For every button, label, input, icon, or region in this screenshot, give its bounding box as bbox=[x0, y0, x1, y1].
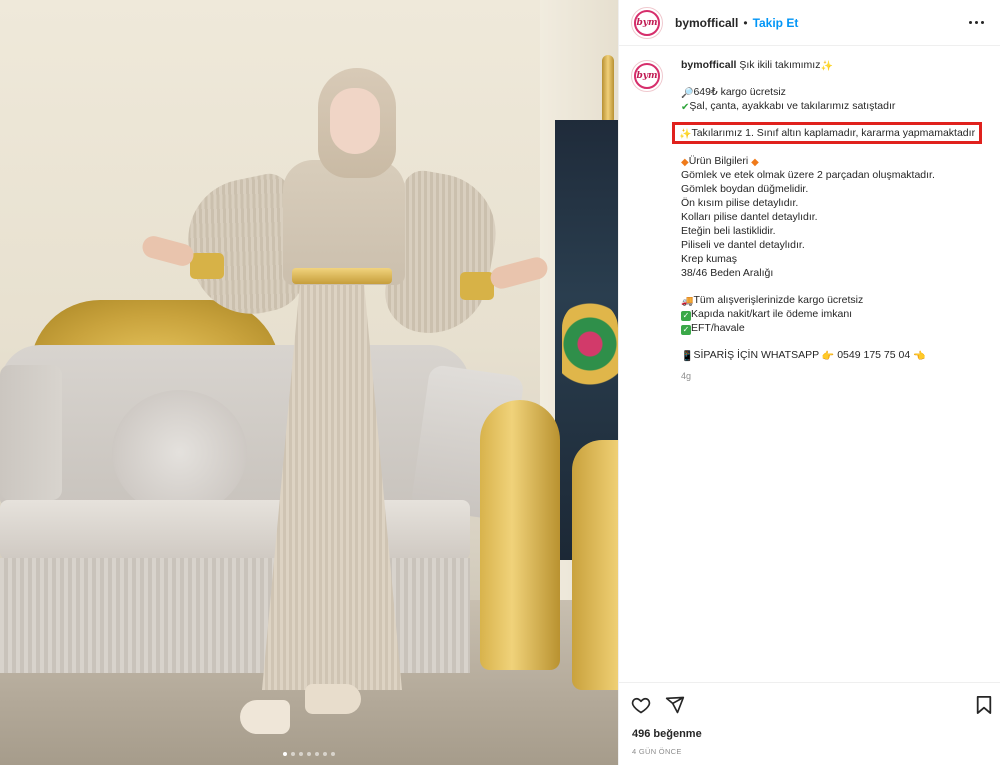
caption-line: Eteğin beli lastiklidir. bbox=[681, 225, 776, 237]
shoe-left bbox=[240, 700, 290, 734]
more-icon[interactable] bbox=[965, 17, 988, 28]
caption-price: 649₺ kargo ücretsiz bbox=[693, 86, 786, 98]
post-header: bym bymofficall • Takip Et bbox=[619, 0, 1000, 46]
pointing-hand-icon: 👉 bbox=[821, 351, 835, 362]
caption: bym bymofficall Şık ikili takımımız✨ 🔎64… bbox=[631, 58, 989, 383]
sparkles-icon: ✨ bbox=[679, 129, 692, 140]
carousel-dots bbox=[283, 752, 335, 756]
caption-includes: Şal, çanta, ayakkabı ve takılarımız satı… bbox=[689, 100, 896, 112]
sofa-gold-arm bbox=[480, 400, 560, 670]
sofa-seat bbox=[0, 500, 470, 560]
separator-dot: • bbox=[743, 15, 748, 30]
header-username[interactable]: bymofficall bbox=[675, 16, 738, 30]
sofa-pillow-left bbox=[0, 365, 62, 500]
avatar-logo: bym bbox=[634, 63, 660, 89]
caption-line: Ön kısım pilise detaylıdır. bbox=[681, 197, 799, 209]
sparkles-icon: ✨ bbox=[820, 61, 833, 72]
phone-icon: 📱 bbox=[681, 351, 694, 362]
flag-pole bbox=[602, 55, 614, 125]
caption-line: ✓ EFT/havale bbox=[681, 321, 986, 335]
caption-line: ◆Ürün Bilgileri ◆ bbox=[681, 154, 986, 168]
magnifier-emoji-icon: 🔎 bbox=[681, 88, 694, 99]
caption-line: ✨Takılarımız 1. Sınıf altın kaplamadır, … bbox=[672, 122, 986, 144]
likes-count[interactable]: 496 beğenme bbox=[632, 728, 702, 740]
caption-payment-1: Kapıda nakit/kart ile ödeme imkanı bbox=[691, 308, 853, 320]
caption-title: Şık ikili takımımız bbox=[739, 59, 821, 71]
carousel-dot[interactable] bbox=[283, 752, 287, 756]
caption-payment-2: EFT/havale bbox=[691, 322, 745, 334]
sofa-skirt bbox=[0, 558, 470, 673]
carousel-dot[interactable] bbox=[315, 752, 319, 756]
gold-cuff-right bbox=[460, 272, 494, 300]
carousel-dot[interactable] bbox=[299, 752, 303, 756]
caption-line: Gömlek ve etek olmak üzere 2 parçadan ol… bbox=[681, 169, 935, 181]
delivery-truck-icon: 🚚 bbox=[681, 296, 694, 307]
action-icons bbox=[631, 695, 685, 720]
pointing-hand-icon: 👈 bbox=[913, 351, 926, 362]
caption-line: 38/46 Beden Aralığı bbox=[681, 267, 774, 279]
post-image[interactable] bbox=[0, 0, 618, 765]
share-icon[interactable] bbox=[665, 695, 685, 720]
avatar[interactable]: bym bbox=[631, 6, 663, 39]
caption-line: Gömlek boydan düğmelidir. bbox=[681, 183, 809, 195]
caption-time[interactable]: 4g bbox=[681, 369, 986, 383]
caption-whatsapp: SİPARİŞ İÇİN WHATSAPP bbox=[693, 349, 819, 361]
dress-skirt bbox=[262, 270, 402, 690]
post-actions: 496 beğenme 4 GÜN ÖNCE bbox=[619, 682, 1000, 765]
highlight-box: ✨Takılarımız 1. Sınıf altın kaplamadır, … bbox=[672, 122, 983, 144]
check-icon: ✓ bbox=[681, 325, 691, 335]
carousel-dot[interactable] bbox=[307, 752, 311, 756]
flag-emblem bbox=[562, 300, 618, 410]
caption-line: 📱SİPARİŞ İÇİN WHATSAPP 👉 0549 175 75 04 … bbox=[681, 348, 986, 362]
gold-cuff-left bbox=[190, 253, 224, 279]
caption-line: Piliseli ve dantel detaylıdır. bbox=[681, 239, 805, 251]
chair-gold-arm bbox=[572, 440, 618, 690]
caption-avatar[interactable]: bym bbox=[631, 60, 663, 92]
caption-line: ✔Şal, çanta, ayakkabı ve takılarımız sat… bbox=[681, 99, 986, 113]
caption-area: bym bymofficall Şık ikili takımımız✨ 🔎64… bbox=[619, 58, 1000, 383]
caption-text: bymofficall Şık ikili takımımız✨ 🔎649₺ k… bbox=[672, 58, 986, 383]
caption-shipping: Tüm alışverişlerinizde kargo ücretsiz bbox=[693, 294, 864, 306]
caption-line: 🔎649₺ kargo ücretsiz bbox=[681, 85, 986, 99]
caption-phone: 0549 175 75 04 bbox=[837, 349, 911, 361]
avatar-logo: bym bbox=[634, 9, 660, 36]
caption-line: Kolları pilise dantel detaylıdır. bbox=[681, 211, 818, 223]
caption-username[interactable]: bymofficall bbox=[681, 59, 736, 71]
diamond-icon: ◆ bbox=[681, 157, 689, 168]
caption-info-title: Ürün Bilgileri bbox=[688, 155, 749, 167]
post-date[interactable]: 4 GÜN ÖNCE bbox=[632, 747, 682, 756]
shoe-right bbox=[305, 684, 361, 714]
caption-line: Krep kumaş bbox=[681, 253, 738, 265]
diamond-icon: ◆ bbox=[751, 157, 759, 168]
face bbox=[330, 88, 380, 154]
carousel-dot[interactable] bbox=[331, 752, 335, 756]
round-cushion bbox=[112, 390, 247, 515]
caption-title-line: bymofficall Şık ikili takımımız✨ bbox=[681, 58, 986, 72]
dress-top bbox=[283, 160, 405, 285]
caption-jewelry: Takılarımız 1. Sınıf altın kaplamadır, k… bbox=[691, 127, 976, 139]
caption-line: ✓ Kapıda nakit/kart ile ödeme imkanı bbox=[681, 307, 986, 321]
follow-button[interactable]: Takip Et bbox=[753, 16, 799, 30]
check-icon: ✓ bbox=[681, 311, 691, 321]
bookmark-icon[interactable] bbox=[975, 695, 993, 720]
post-side-panel: bym bymofficall • Takip Et bym bymoffica… bbox=[618, 0, 1000, 765]
caption-line: 🚚Tüm alışverişlerinizde kargo ücretsiz bbox=[681, 293, 986, 307]
carousel-dot[interactable] bbox=[291, 752, 295, 756]
heart-icon[interactable] bbox=[631, 695, 651, 720]
carousel-dot[interactable] bbox=[323, 752, 327, 756]
gold-belt bbox=[292, 268, 392, 284]
